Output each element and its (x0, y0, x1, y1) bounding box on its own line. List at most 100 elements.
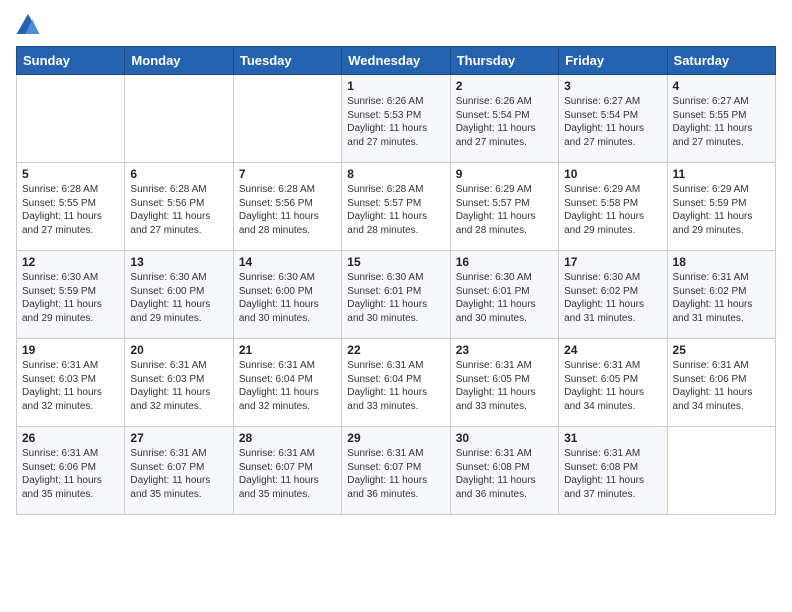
day-info: Sunrise: 6:28 AM Sunset: 5:56 PM Dayligh… (130, 183, 227, 237)
calendar-cell: 6 Sunrise: 6:28 AM Sunset: 5:56 PM Daylig… (125, 163, 233, 251)
day-number: 6 (130, 167, 227, 181)
calendar-cell: 17 Sunrise: 6:30 AM Sunset: 6:02 PM Dayli… (559, 251, 667, 339)
calendar-cell (233, 75, 341, 163)
calendar-cell: 16 Sunrise: 6:30 AM Sunset: 6:01 PM Dayli… (450, 251, 558, 339)
day-info: Sunrise: 6:27 AM Sunset: 5:55 PM Dayligh… (673, 95, 770, 149)
day-number: 31 (564, 431, 661, 445)
day-info: Sunrise: 6:27 AM Sunset: 5:54 PM Dayligh… (564, 95, 661, 149)
calendar-cell: 15 Sunrise: 6:30 AM Sunset: 6:01 PM Dayli… (342, 251, 450, 339)
day-info: Sunrise: 6:31 AM Sunset: 6:03 PM Dayligh… (130, 359, 227, 413)
calendar-cell: 20 Sunrise: 6:31 AM Sunset: 6:03 PM Dayli… (125, 339, 233, 427)
day-number: 25 (673, 343, 770, 357)
day-info: Sunrise: 6:30 AM Sunset: 6:00 PM Dayligh… (239, 271, 336, 325)
calendar-cell: 22Sunrise: 6:31 AM Sunset: 6:04 PM Dayli… (342, 339, 450, 427)
day-info: Sunrise: 6:30 AM Sunset: 6:01 PM Dayligh… (456, 271, 553, 325)
day-number: 1 (347, 79, 444, 93)
day-number: 4 (673, 79, 770, 93)
day-number: 5 (22, 167, 119, 181)
calendar-cell: 5 Sunrise: 6:28 AM Sunset: 5:55 PM Daylig… (17, 163, 125, 251)
day-info: Sunrise: 6:30 AM Sunset: 6:02 PM Dayligh… (564, 271, 661, 325)
day-number: 15 (347, 255, 444, 269)
calendar-cell: 7 Sunrise: 6:28 AM Sunset: 5:56 PM Daylig… (233, 163, 341, 251)
day-number: 7 (239, 167, 336, 181)
day-number: 19 (22, 343, 119, 357)
weekday-header-tuesday: Tuesday (233, 47, 341, 75)
calendar-body: 1 Sunrise: 6:26 AM Sunset: 5:53 PM Daylig… (17, 75, 776, 515)
day-number: 18 (673, 255, 770, 269)
calendar-cell: 1 Sunrise: 6:26 AM Sunset: 5:53 PM Daylig… (342, 75, 450, 163)
calendar-cell: 3 Sunrise: 6:27 AM Sunset: 5:54 PM Daylig… (559, 75, 667, 163)
day-info: Sunrise: 6:30 AM Sunset: 6:01 PM Dayligh… (347, 271, 444, 325)
calendar-cell: 13 Sunrise: 6:30 AM Sunset: 6:00 PM Dayli… (125, 251, 233, 339)
day-info: Sunrise: 6:29 AM Sunset: 5:59 PM Dayligh… (673, 183, 770, 237)
calendar-header: SundayMondayTuesdayWednesdayThursdayFrid… (17, 47, 776, 75)
day-number: 12 (22, 255, 119, 269)
day-info: Sunrise: 6:31 AM Sunset: 6:02 PM Dayligh… (673, 271, 770, 325)
calendar-table: SundayMondayTuesdayWednesdayThursdayFrid… (16, 46, 776, 515)
day-number: 3 (564, 79, 661, 93)
weekday-header-thursday: Thursday (450, 47, 558, 75)
calendar-cell: 19 Sunrise: 6:31 AM Sunset: 6:03 PM Dayli… (17, 339, 125, 427)
weekday-header-sunday: Sunday (17, 47, 125, 75)
day-number: 28 (239, 431, 336, 445)
calendar-cell: 12 Sunrise: 6:30 AM Sunset: 5:59 PM Dayli… (17, 251, 125, 339)
calendar-cell: 8Sunrise: 6:28 AM Sunset: 5:57 PM Daylig… (342, 163, 450, 251)
calendar-cell: 30 Sunrise: 6:31 AM Sunset: 6:08 PM Dayli… (450, 427, 558, 515)
calendar-cell: 21 Sunrise: 6:31 AM Sunset: 6:04 PM Dayli… (233, 339, 341, 427)
calendar-cell: 24 Sunrise: 6:31 AM Sunset: 6:05 PM Dayli… (559, 339, 667, 427)
day-number: 13 (130, 255, 227, 269)
day-info: Sunrise: 6:31 AM Sunset: 6:03 PM Dayligh… (22, 359, 119, 413)
calendar-cell: 9Sunrise: 6:29 AM Sunset: 5:57 PM Daylig… (450, 163, 558, 251)
calendar-cell: 26 Sunrise: 6:31 AM Sunset: 6:06 PM Dayli… (17, 427, 125, 515)
calendar-cell: 27Sunrise: 6:31 AM Sunset: 6:07 PM Dayli… (125, 427, 233, 515)
weekday-header-friday: Friday (559, 47, 667, 75)
day-number: 8 (347, 167, 444, 181)
day-info: Sunrise: 6:31 AM Sunset: 6:06 PM Dayligh… (673, 359, 770, 413)
day-info: Sunrise: 6:31 AM Sunset: 6:07 PM Dayligh… (130, 447, 227, 501)
day-info: Sunrise: 6:31 AM Sunset: 6:04 PM Dayligh… (239, 359, 336, 413)
page-header (16, 16, 776, 36)
calendar-cell: 25 Sunrise: 6:31 AM Sunset: 6:06 PM Dayli… (667, 339, 775, 427)
day-info: Sunrise: 6:28 AM Sunset: 5:56 PM Dayligh… (239, 183, 336, 237)
day-info: Sunrise: 6:26 AM Sunset: 5:53 PM Dayligh… (347, 95, 444, 149)
calendar-cell: 11 Sunrise: 6:29 AM Sunset: 5:59 PM Dayli… (667, 163, 775, 251)
calendar-cell: 10 Sunrise: 6:29 AM Sunset: 5:58 PM Dayli… (559, 163, 667, 251)
calendar-cell (125, 75, 233, 163)
day-number: 9 (456, 167, 553, 181)
calendar-cell: 28Sunrise: 6:31 AM Sunset: 6:07 PM Dayli… (233, 427, 341, 515)
day-number: 14 (239, 255, 336, 269)
day-number: 24 (564, 343, 661, 357)
logo (16, 16, 44, 36)
day-info: Sunrise: 6:31 AM Sunset: 6:05 PM Dayligh… (456, 359, 553, 413)
weekday-header-saturday: Saturday (667, 47, 775, 75)
day-info: Sunrise: 6:31 AM Sunset: 6:08 PM Dayligh… (456, 447, 553, 501)
weekday-header-monday: Monday (125, 47, 233, 75)
day-info: Sunrise: 6:30 AM Sunset: 6:00 PM Dayligh… (130, 271, 227, 325)
calendar-cell: 29Sunrise: 6:31 AM Sunset: 6:07 PM Dayli… (342, 427, 450, 515)
day-number: 26 (22, 431, 119, 445)
day-number: 20 (130, 343, 227, 357)
logo-icon (16, 14, 40, 34)
day-info: Sunrise: 6:31 AM Sunset: 6:06 PM Dayligh… (22, 447, 119, 501)
day-number: 11 (673, 167, 770, 181)
day-info: Sunrise: 6:31 AM Sunset: 6:04 PM Dayligh… (347, 359, 444, 413)
day-info: Sunrise: 6:29 AM Sunset: 5:58 PM Dayligh… (564, 183, 661, 237)
calendar-cell (667, 427, 775, 515)
day-info: Sunrise: 6:31 AM Sunset: 6:05 PM Dayligh… (564, 359, 661, 413)
day-info: Sunrise: 6:28 AM Sunset: 5:55 PM Dayligh… (22, 183, 119, 237)
weekday-header-wednesday: Wednesday (342, 47, 450, 75)
day-number: 10 (564, 167, 661, 181)
day-number: 17 (564, 255, 661, 269)
calendar-cell (17, 75, 125, 163)
day-number: 30 (456, 431, 553, 445)
day-info: Sunrise: 6:31 AM Sunset: 6:07 PM Dayligh… (347, 447, 444, 501)
day-info: Sunrise: 6:30 AM Sunset: 5:59 PM Dayligh… (22, 271, 119, 325)
day-number: 23 (456, 343, 553, 357)
calendar-cell: 18 Sunrise: 6:31 AM Sunset: 6:02 PM Dayli… (667, 251, 775, 339)
day-number: 16 (456, 255, 553, 269)
calendar-cell: 31 Sunrise: 6:31 AM Sunset: 6:08 PM Dayli… (559, 427, 667, 515)
calendar-cell: 14 Sunrise: 6:30 AM Sunset: 6:00 PM Dayli… (233, 251, 341, 339)
day-info: Sunrise: 6:31 AM Sunset: 6:08 PM Dayligh… (564, 447, 661, 501)
day-number: 21 (239, 343, 336, 357)
day-number: 2 (456, 79, 553, 93)
